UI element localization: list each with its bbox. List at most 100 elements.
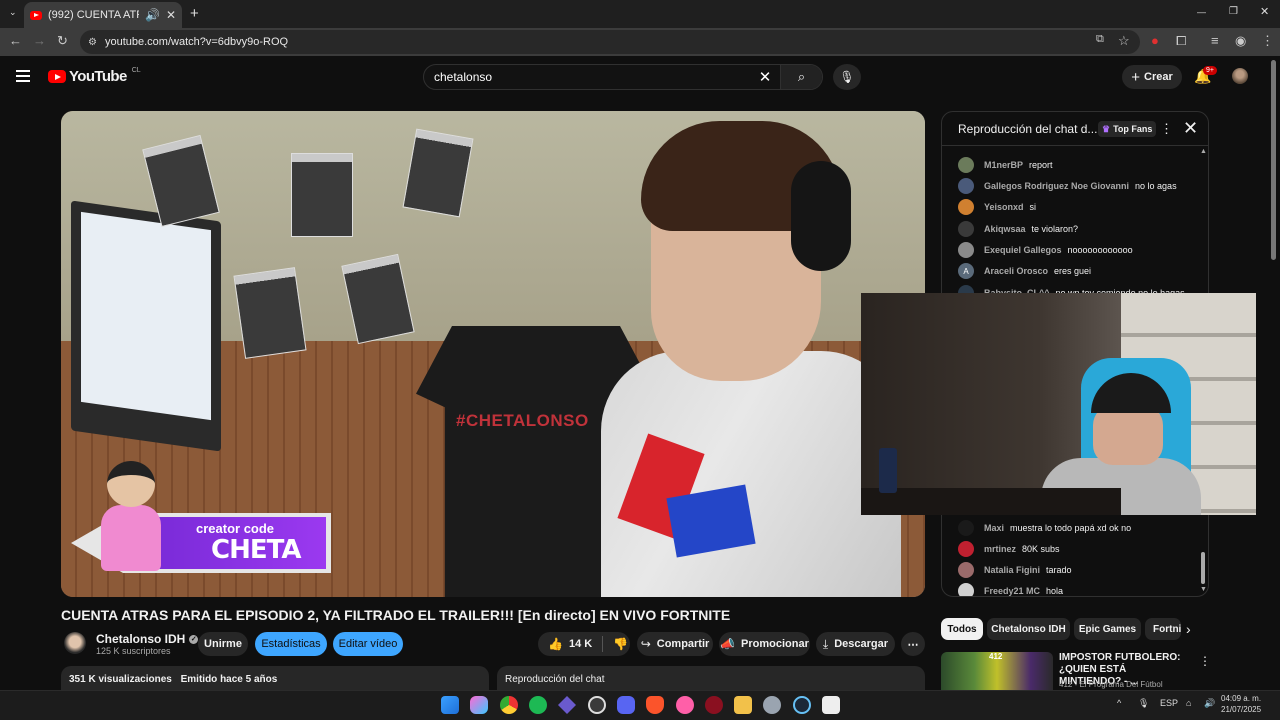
- address-bar[interactable]: ⚙ youtube.com/watch?v=6dbvy9o-ROQ: [80, 30, 1140, 54]
- file-explorer-icon[interactable]: [734, 696, 752, 714]
- chrome-icon[interactable]: [500, 696, 518, 714]
- chat-scrollbar[interactable]: [1201, 552, 1205, 584]
- browser-menu-icon[interactable]: ⋮: [1261, 33, 1274, 49]
- spotify-icon[interactable]: [529, 696, 547, 714]
- app-pink-icon[interactable]: [676, 696, 694, 714]
- app-red-icon[interactable]: [705, 696, 723, 714]
- create-button[interactable]: + Crear: [1122, 65, 1182, 89]
- chat-author-avatar[interactable]: [958, 221, 974, 237]
- chat-author-avatar[interactable]: A: [958, 263, 974, 279]
- tray-chevron-icon[interactable]: ^: [1117, 698, 1121, 708]
- reload-icon[interactable]: ↻: [57, 33, 68, 49]
- chat-author-name[interactable]: Akiqwsaa: [984, 224, 1026, 234]
- chat-author-name[interactable]: Maxi: [984, 523, 1004, 533]
- chat-close-icon[interactable]: ✕: [1183, 118, 1198, 139]
- speaker-icon[interactable]: 🔊: [145, 9, 160, 21]
- chat-author-avatar[interactable]: [958, 157, 974, 173]
- chip-all[interactable]: Todos: [941, 618, 983, 640]
- menu-hamburger-icon[interactable]: [16, 70, 30, 82]
- browser-tab[interactable]: (992) CUENTA ATRAS PARA EL EPISODIO 2, Y…: [24, 2, 182, 28]
- tab-list-icon[interactable]: ⌄: [9, 8, 17, 17]
- bookmark-star-icon[interactable]: ☆: [1118, 33, 1130, 49]
- reading-list-icon[interactable]: ≡: [1211, 33, 1219, 48]
- brave-icon[interactable]: [646, 696, 664, 714]
- chat-author-name[interactable]: Araceli Orosco: [984, 266, 1048, 276]
- chat-title[interactable]: Reproducción del chat d...: [958, 122, 1097, 136]
- like-thumb-icon[interactable]: 👍: [548, 637, 563, 651]
- search-input[interactable]: chetalonso: [424, 70, 750, 84]
- steam-icon[interactable]: [793, 696, 811, 714]
- chat-author-avatar[interactable]: [958, 199, 974, 215]
- extensions-puzzle-icon[interactable]: ⧠: [1176, 33, 1186, 49]
- join-button[interactable]: Unirme: [198, 632, 248, 656]
- chip-fortnite[interactable]: Fortnite: [1145, 618, 1181, 640]
- chat-author-name[interactable]: Yeisonxd: [984, 202, 1024, 212]
- channel-name[interactable]: Chetalonso IDH ✓: [96, 632, 199, 646]
- analytics-button[interactable]: Estadísticas: [255, 632, 327, 656]
- like-count[interactable]: 14 K: [569, 638, 592, 650]
- extension-red-icon[interactable]: ●: [1151, 33, 1159, 48]
- obs-icon[interactable]: [588, 696, 606, 714]
- chip-channel[interactable]: Chetalonso IDH: [987, 618, 1070, 640]
- download-button[interactable]: ⤓ Descargar: [816, 632, 895, 656]
- top-fans-badge[interactable]: ♛ Top Fans: [1098, 121, 1157, 137]
- chat-more-icon[interactable]: ⋮: [1160, 121, 1173, 137]
- forward-icon[interactable]: →: [33, 33, 46, 48]
- volume-icon[interactable]: 🔊: [1204, 698, 1215, 709]
- copilot-icon[interactable]: [470, 696, 488, 714]
- scroll-up-arrow-icon[interactable]: ▲: [1200, 148, 1207, 155]
- youtube-header: YouTube CL chetalonso ✕ ⌕ 🎙 + Crear 🔔 9+: [0, 56, 1280, 100]
- chat-author-avatar[interactable]: [958, 178, 974, 194]
- search-button[interactable]: ⌕: [780, 65, 822, 89]
- minimize-icon[interactable]: —: [1197, 8, 1206, 17]
- install-app-icon[interactable]: ⧉: [1096, 33, 1104, 46]
- description-box[interactable]: 351 K visualizaciones Emitido hace 5 año…: [61, 666, 489, 690]
- chevron-right-icon[interactable]: ›: [1186, 621, 1191, 637]
- more-actions-button[interactable]: ⋯: [901, 632, 925, 656]
- app-dark-icon[interactable]: [822, 696, 840, 714]
- chat-replay-section[interactable]: Reproducción del chat: [497, 666, 925, 690]
- chat-author-name[interactable]: Natalia Figini: [984, 565, 1040, 575]
- page-scrollbar[interactable]: [1271, 60, 1276, 260]
- language-indicator[interactable]: ESP: [1160, 698, 1178, 708]
- user-avatar[interactable]: [1232, 68, 1248, 84]
- chat-author-name[interactable]: Exequiel Gallegos: [984, 245, 1062, 255]
- discord-icon[interactable]: [617, 696, 635, 714]
- chat-author-avatar[interactable]: [958, 562, 974, 578]
- chat-author-avatar[interactable]: [958, 520, 974, 536]
- chat-author-name[interactable]: Freedy21 MC: [984, 586, 1040, 596]
- tab-close-icon[interactable]: ✕: [166, 9, 176, 21]
- video-player[interactable]: #CHETALONSO creator code CHETA: [61, 111, 925, 597]
- pip-video-overlay[interactable]: [861, 293, 1256, 515]
- window-close-icon[interactable]: ✕: [1260, 7, 1269, 18]
- edit-video-button[interactable]: Editar vídeo: [333, 632, 403, 656]
- windows-start-icon[interactable]: [441, 696, 459, 714]
- chat-author-name[interactable]: Gallegos Rodriguez Noe Giovanni: [984, 181, 1129, 191]
- youtube-logo[interactable]: YouTube CL: [48, 67, 141, 85]
- chat-author-avatar[interactable]: [958, 242, 974, 258]
- promote-button[interactable]: 📣 Promocionar: [719, 632, 810, 656]
- site-info-icon[interactable]: ⚙: [88, 37, 97, 48]
- new-tab-icon[interactable]: +: [190, 6, 199, 21]
- network-icon[interactable]: ⌂: [1186, 698, 1191, 708]
- clear-search-icon[interactable]: ✕: [750, 68, 780, 86]
- tray-mic-icon[interactable]: 🎙: [1138, 698, 1149, 709]
- channel-avatar[interactable]: [64, 632, 86, 654]
- system-clock[interactable]: 04:09 a. m. 21/07/2025: [1221, 693, 1261, 715]
- chat-author-avatar[interactable]: [958, 541, 974, 557]
- chat-author-name[interactable]: M1nerBP: [984, 160, 1023, 170]
- share-button[interactable]: ↪ Compartir: [637, 632, 713, 656]
- chip-epic-games[interactable]: Epic Games: [1074, 618, 1141, 640]
- dislike-thumb-icon[interactable]: 👎: [613, 637, 628, 651]
- recommendation-thumbnail[interactable]: 412: [941, 652, 1053, 690]
- voice-search-button[interactable]: 🎙: [833, 64, 861, 90]
- chat-author-avatar[interactable]: [958, 583, 974, 596]
- recommendation-more-icon[interactable]: ⋮: [1199, 654, 1211, 668]
- back-icon[interactable]: ←: [9, 33, 22, 48]
- chat-author-name[interactable]: mrtinez: [984, 544, 1016, 554]
- scroll-down-arrow-icon[interactable]: ▼: [1200, 586, 1207, 593]
- settings-gear-icon[interactable]: [763, 696, 781, 714]
- restore-icon[interactable]: ❐: [1229, 7, 1238, 17]
- recommendation-channel[interactable]: 412 - El Programa Del Fútbol: [1059, 680, 1163, 689]
- profile-icon[interactable]: ◉: [1235, 33, 1246, 49]
